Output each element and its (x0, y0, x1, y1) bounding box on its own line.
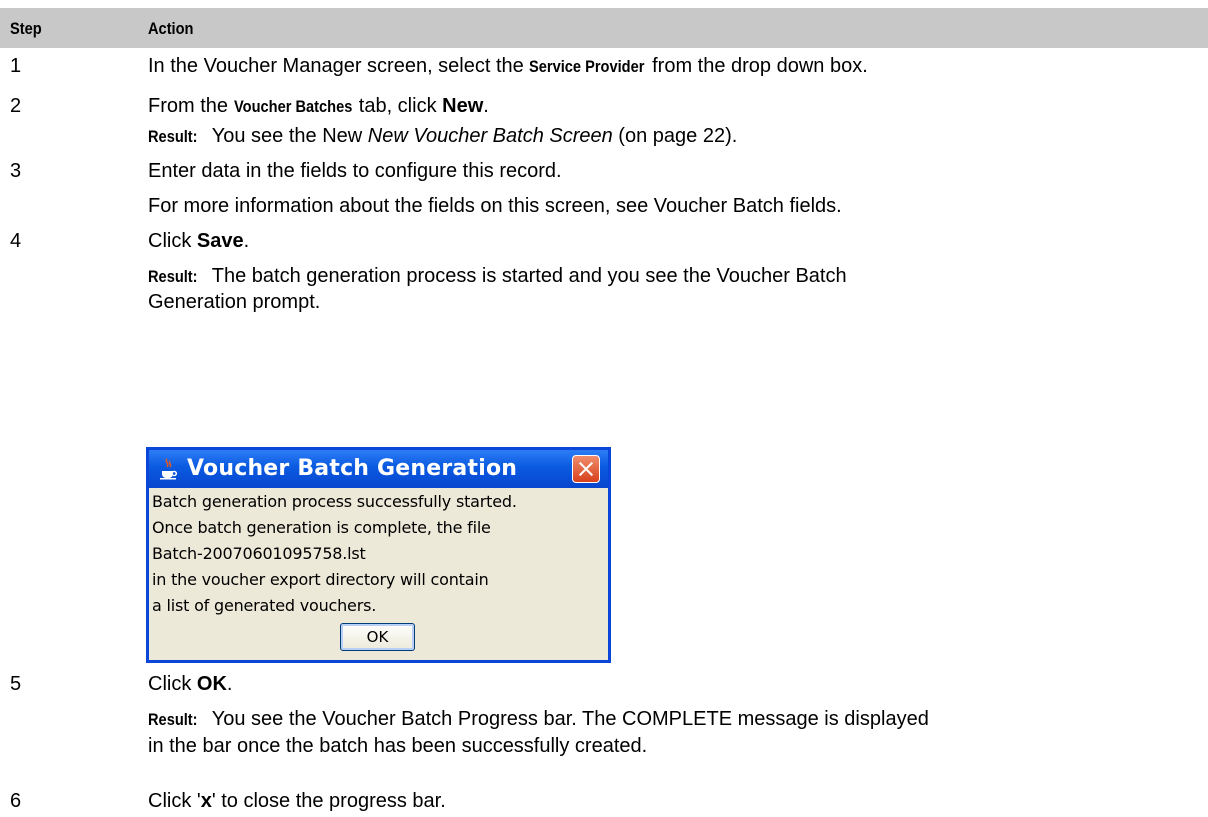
step-number: 3 (10, 160, 22, 182)
result-text: Result: You see the Voucher Batch Progre… (148, 708, 929, 730)
java-cup-icon (160, 458, 178, 480)
result-text: in the bar once the batch has been succe… (148, 735, 648, 757)
step-number: 6 (10, 790, 22, 812)
ok-button[interactable]: OK (340, 623, 415, 651)
result-text: Generation prompt. (148, 291, 321, 313)
step-number: 5 (10, 673, 22, 695)
table-header: Step Action (0, 8, 1208, 48)
dialog-message-line: Batch-20070601095758.lst (152, 544, 366, 563)
step-text: From the Voucher Batches tab, click New. (148, 95, 489, 117)
dialog-title-bar: Voucher Batch Generation (149, 450, 608, 488)
step-number: 4 (10, 230, 22, 252)
dialog-message-line: in the voucher export directory will con… (152, 570, 489, 589)
dialog-message-line: Batch generation process successfully st… (152, 492, 517, 511)
result-text: Result: The batch generation process is … (148, 265, 847, 287)
step-number: 2 (10, 95, 22, 117)
step-text: Click OK. (148, 673, 233, 695)
step-text: Click Save. (148, 230, 250, 252)
action-column-header: Action (148, 19, 194, 38)
voucher-batch-generation-dialog: Voucher Batch Generation Batch generatio… (146, 447, 611, 663)
dialog-message-line: a list of generated vouchers. (152, 596, 377, 615)
step-text: For more information about the fields on… (148, 195, 842, 217)
dialog-title: Voucher Batch Generation (187, 456, 518, 481)
step-text: Click 'x' to close the progress bar. (148, 790, 446, 812)
dialog-message-line: Once batch generation is complete, the f… (152, 518, 491, 537)
step-text: In the Voucher Manager screen, select th… (148, 55, 868, 77)
result-text: Result: You see the New New Voucher Batc… (148, 125, 738, 147)
close-button[interactable] (572, 455, 600, 483)
step-number: 1 (10, 55, 22, 77)
step-text: Enter data in the fields to configure th… (148, 160, 562, 182)
step-column-header: Step (10, 19, 42, 38)
